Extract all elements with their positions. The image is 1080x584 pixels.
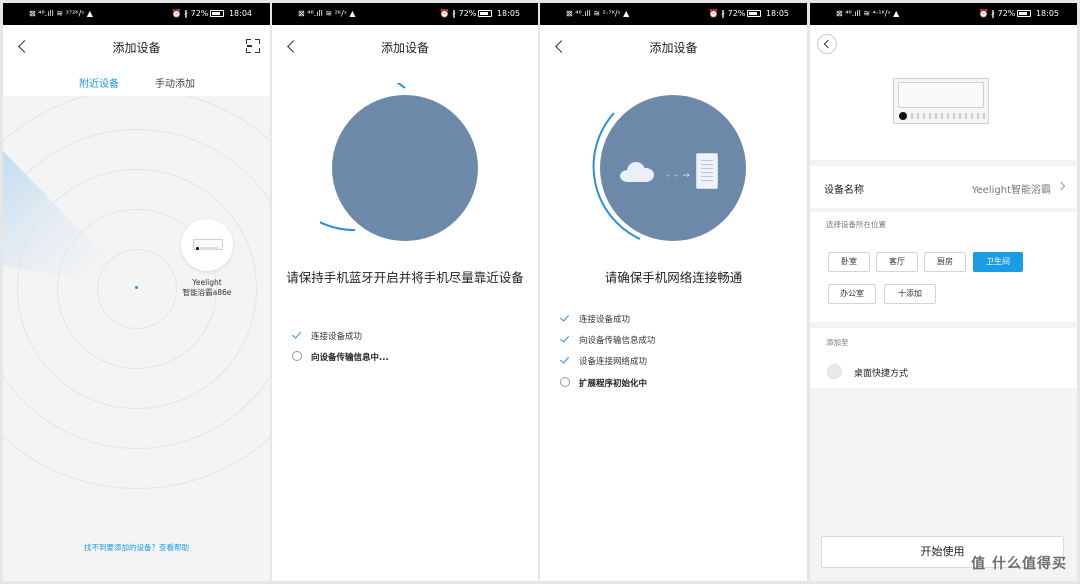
screen-nearby-devices: ⊠ ⁴⁶.ıll ≋ ³⁷²ᴷ/ˢ ▲ ⏰ ∦ 72% 18:04 添加设备 附…	[3, 3, 270, 581]
status-right: ⏰ ∦ 72% 18:05	[440, 3, 520, 25]
add-to-title: 添加至	[826, 338, 849, 347]
alarm-bluetooth-icons: ⏰ ∦	[978, 9, 996, 18]
battery-icon	[210, 10, 225, 17]
status-time: 18:05	[496, 9, 520, 18]
step-item: 向设备传输信息成功	[560, 334, 656, 348]
radar-sweep	[3, 151, 137, 289]
device-name-label: 设备名称	[824, 185, 864, 196]
back-icon[interactable]	[817, 34, 837, 54]
add-location-button[interactable]: 十添加	[884, 284, 936, 304]
scan-icon[interactable]	[246, 39, 260, 53]
tab-bar: 附近设备 手动添加	[3, 71, 270, 97]
device-name-row[interactable]: 设备名称 Yeelight智能浴霸	[810, 166, 1077, 208]
step-item: 连接设备成功	[292, 330, 362, 344]
step-item: 扩展程序初始化中	[560, 377, 647, 391]
screen-bluetooth-pairing: ⊠ ⁴⁶.ıll ≋ ²ᴷ/ˢ ▲ ⏰ ∦ 72% 18:05 添加设备 请保持…	[272, 3, 538, 581]
check-icon	[560, 355, 570, 365]
loading-icon	[292, 351, 302, 361]
step-label: 扩展程序初始化中	[579, 379, 648, 389]
step-item: 向设备传输信息中...	[292, 351, 389, 365]
battery-percent: 72%	[727, 9, 746, 18]
battery-percent: 72%	[458, 9, 477, 18]
location-bathroom[interactable]: 卫生间	[973, 252, 1023, 272]
status-bar: ⊠ ⁴⁶.ıll ≋ ³⁷²ᴷ/ˢ ▲ ⏰ ∦ 72% 18:04	[3, 3, 270, 25]
step-label: 设备连接网络成功	[579, 357, 648, 367]
pairing-circle	[332, 95, 478, 241]
status-signal: ⊠ ⁴⁶.ıll ≋ ²ᴷ/ˢ ▲	[298, 9, 356, 18]
help-link[interactable]: 找不到要添加的设备？查看帮助	[3, 542, 270, 553]
status-signal: ⊠ ⁴⁶.ıll ≋ ²·⁷ᴷ/ˢ ▲	[566, 9, 630, 18]
status-time: 18:05	[1035, 9, 1059, 18]
status-signal: ⊠ ⁴⁶.ıll ≋ ³⁷²ᴷ/ˢ ▲	[29, 9, 93, 18]
step-item: 设备连接网络成功	[560, 355, 647, 369]
tab-manual-add[interactable]: 手动添加	[155, 75, 195, 90]
screen-network-connect: ⊠ ⁴⁶.ıll ≋ ²·⁷ᴷ/ˢ ▲ ⏰ ∦ 72% 18:05 添加设备 -…	[540, 3, 807, 581]
device-name-value: Yeelight智能浴霸	[971, 185, 1051, 196]
chevron-right-icon	[1056, 181, 1066, 191]
device-name: 智能浴霸a86e	[182, 288, 232, 297]
device-brand: Yeelight	[192, 278, 222, 287]
page-title: 添加设备	[112, 41, 161, 55]
device-icon	[696, 153, 718, 189]
nav-bar: 添加设备	[272, 25, 538, 71]
screen-device-setup: ⊠ ⁴⁶.ıll ≋ ⁴·¹ᴷ/ˢ ▲ ⏰ ∦ 72% 18:05 设备名称 Y…	[810, 3, 1077, 581]
bath-heater-image	[893, 78, 989, 124]
alarm-bluetooth-icons: ⏰ ∦	[708, 9, 726, 18]
arrow-icon: - - →	[666, 171, 691, 181]
check-icon	[560, 334, 570, 344]
shortcut-label: 桌面快捷方式	[854, 369, 909, 379]
loading-icon	[560, 377, 570, 387]
alarm-bluetooth-icons: ⏰ ∦	[171, 9, 189, 18]
step-item: 连接设备成功	[560, 313, 630, 327]
battery-percent: 72%	[190, 9, 209, 18]
cloud-icon	[620, 162, 656, 182]
device-hero	[810, 25, 1077, 160]
battery-icon	[747, 10, 762, 17]
nav-bar: 添加设备	[540, 25, 807, 71]
alarm-bluetooth-icons: ⏰ ∦	[439, 9, 457, 18]
device-node[interactable]	[181, 219, 233, 271]
page-title: 添加设备	[649, 41, 698, 55]
watermark-logo: 值 什么值得买	[971, 556, 1067, 572]
tab-nearby-devices[interactable]: 附近设备	[79, 75, 119, 90]
location-title: 选择设备所在位置	[826, 220, 886, 229]
battery-icon	[478, 10, 493, 17]
step-label: 连接设备成功	[579, 315, 631, 325]
check-icon	[560, 313, 570, 323]
pairing-prompt: 请保持手机蓝牙开启并将手机尽量靠近设备	[286, 270, 524, 285]
location-kitchen[interactable]: 厨房	[924, 252, 966, 272]
location-office[interactable]: 办公室	[828, 284, 876, 304]
status-time: 18:04	[228, 9, 252, 18]
step-label: 连接设备成功	[311, 332, 363, 342]
add-to-section: 添加至 桌面快捷方式	[810, 328, 1077, 388]
status-right: ⏰ ∦ 72% 18:05	[979, 3, 1059, 25]
step-label: 向设备传输信息中...	[311, 353, 389, 363]
battery-icon	[1017, 10, 1032, 17]
page-title: 添加设备	[380, 41, 429, 55]
status-right: ⏰ ∦ 72% 18:05	[709, 3, 789, 25]
status-signal: ⊠ ⁴⁶.ıll ≋ ⁴·¹ᴷ/ˢ ▲	[836, 9, 900, 18]
location-section: 选择设备所在位置 卧室 客厅 厨房 卫生间 办公室 十添加	[810, 212, 1077, 322]
status-time: 18:05	[765, 9, 789, 18]
step-label: 向设备传输信息成功	[579, 336, 656, 346]
radar-center-dot	[135, 286, 138, 289]
location-bedroom[interactable]: 卧室	[828, 252, 870, 272]
check-icon	[292, 330, 302, 340]
status-bar: ⊠ ⁴⁶.ıll ≋ ²ᴷ/ˢ ▲ ⏰ ∦ 72% 18:05	[272, 3, 538, 25]
shortcut-radio[interactable]	[827, 364, 842, 379]
bath-heater-icon	[193, 239, 223, 250]
status-bar: ⊠ ⁴⁶.ıll ≋ ²·⁷ᴷ/ˢ ▲ ⏰ ∦ 72% 18:05	[540, 3, 807, 25]
battery-percent: 72%	[997, 9, 1016, 18]
radar-scan-area: Yeelight 智能浴霸a86e 找不到要添加的设备？查看帮助	[3, 96, 270, 581]
nav-bar: 添加设备	[3, 25, 270, 71]
status-bar: ⊠ ⁴⁶.ıll ≋ ⁴·¹ᴷ/ˢ ▲ ⏰ ∦ 72% 18:05	[810, 3, 1077, 25]
screenshot-collage: ⊠ ⁴⁶.ıll ≋ ³⁷²ᴷ/ˢ ▲ ⏰ ∦ 72% 18:04 添加设备 附…	[0, 0, 1080, 584]
location-living-room[interactable]: 客厅	[876, 252, 918, 272]
network-prompt: 请确保手机网络连接畅通	[604, 270, 743, 285]
status-right: ⏰ ∦ 72% 18:04	[172, 3, 252, 25]
device-node-label: Yeelight 智能浴霸a86e	[177, 278, 237, 298]
